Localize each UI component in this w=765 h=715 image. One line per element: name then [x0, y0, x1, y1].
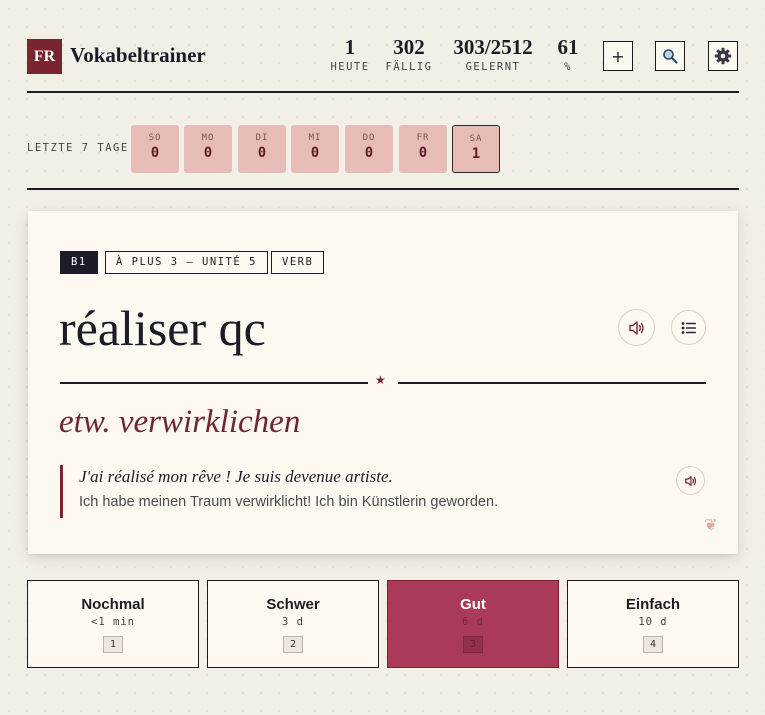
play-audio-button[interactable]: [618, 309, 655, 346]
last-days-label: LETZTE 7 TAGE: [27, 142, 129, 154]
day-tile: MI 0: [291, 125, 339, 173]
answer-again-button[interactable]: Nochmal <1 min 1: [27, 580, 199, 668]
header: FR Vokabeltrainer 1 HEUTE 302 FÄLLIG 303…: [27, 34, 739, 78]
shortcut-key: 3: [463, 636, 483, 653]
settings-button[interactable]: [708, 41, 738, 71]
stat-percent: 61 %: [557, 35, 579, 73]
answer-hard-button[interactable]: Schwer 3 d 2: [207, 580, 379, 668]
star-icon: ★: [375, 373, 386, 387]
example-french: J'ai réalisé mon rêve ! Je suis devenue …: [79, 467, 393, 486]
gear-icon: [714, 47, 732, 65]
logo-badge: FR: [27, 39, 62, 74]
unit-tag: À PLUS 3 – UNITÉ 5: [105, 251, 268, 274]
shortcut-key: 1: [103, 636, 123, 653]
days-divider: [27, 188, 739, 190]
shortcut-key: 2: [283, 636, 303, 653]
add-button[interactable]: +: [603, 41, 633, 71]
search-button[interactable]: [655, 41, 685, 71]
app-title: Vokabeltrainer: [70, 43, 206, 67]
day-tile: SO 0: [131, 125, 179, 173]
answer-good-button[interactable]: Gut 6 d 3: [387, 580, 559, 668]
translation: etw. verwirklichen: [59, 404, 301, 440]
card-divider-right: [398, 382, 706, 384]
shortcut-key: 4: [643, 636, 663, 653]
day-tile: MO 0: [184, 125, 232, 173]
level-tag: B1: [60, 251, 98, 274]
example-block: J'ai réalisé mon rêve ! Je suis devenue …: [60, 465, 640, 518]
stat-today: 1 HEUTE: [330, 35, 370, 73]
vocab-word: réaliser qc: [59, 300, 266, 356]
heart-icon[interactable]: ❦: [704, 515, 717, 534]
list-icon: [681, 321, 696, 334]
header-divider: [27, 91, 739, 93]
search-icon: [663, 49, 678, 64]
day-tile-today: SA 1: [452, 125, 500, 173]
example-german: Ich habe meinen Traum verwirklicht! Ich …: [79, 494, 499, 510]
day-tile: DO 0: [345, 125, 393, 173]
word-type-tag: VERB: [271, 251, 325, 274]
stat-due: 302 FÄLLIG: [385, 35, 433, 73]
answer-easy-button[interactable]: Einfach 10 d 4: [567, 580, 739, 668]
play-example-audio-button[interactable]: [676, 466, 705, 495]
card-divider-left: [60, 382, 368, 384]
vocab-card: B1 À PLUS 3 – UNITÉ 5 VERB réaliser qc ★…: [28, 211, 738, 554]
day-tile: DI 0: [238, 125, 286, 173]
speaker-icon: [684, 475, 696, 486]
day-tile: FR 0: [399, 125, 447, 173]
stat-learned: 303/2512 GELERNT: [453, 35, 533, 73]
speaker-icon: [628, 320, 644, 335]
details-list-button[interactable]: [671, 310, 706, 345]
